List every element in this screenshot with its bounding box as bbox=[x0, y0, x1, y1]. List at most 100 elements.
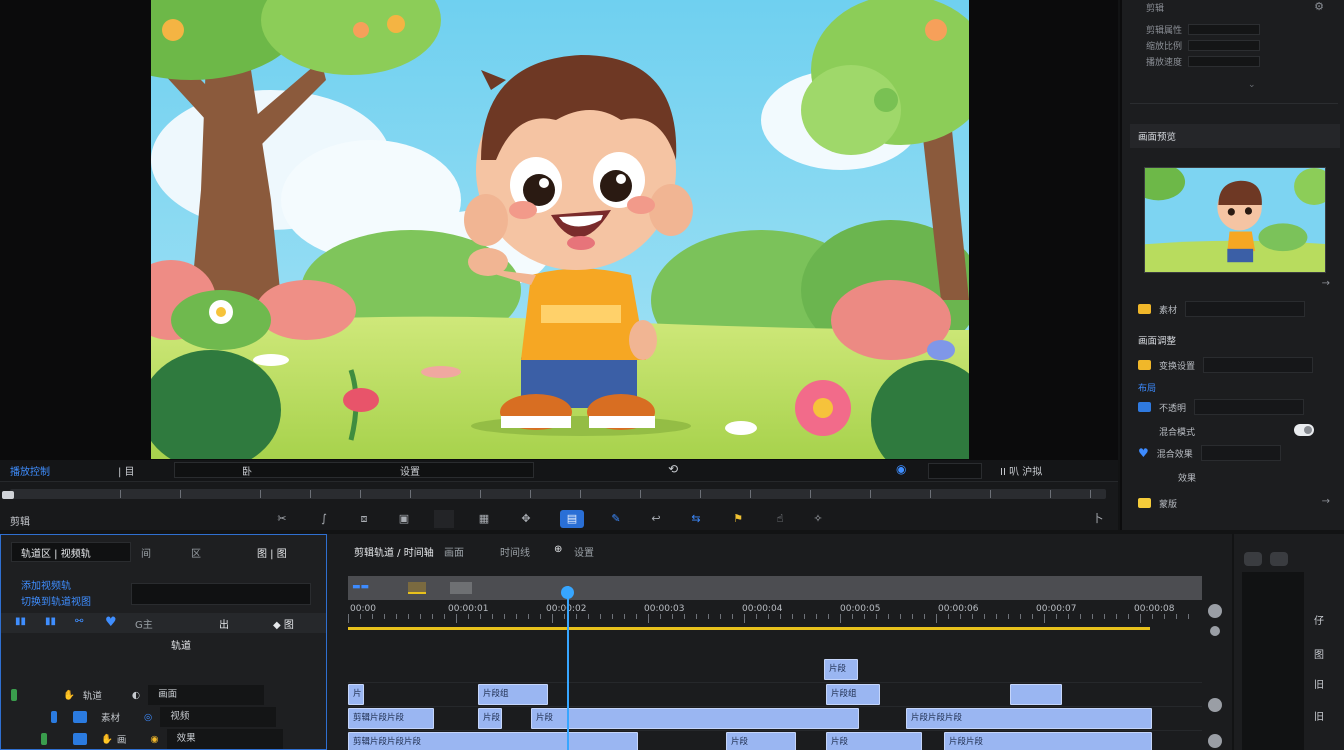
pen-tool-icon[interactable]: ✎ bbox=[606, 510, 626, 528]
scroll-knob[interactable] bbox=[1208, 734, 1222, 748]
tab-video-track[interactable]: 轨道区 | 视频轨 bbox=[21, 545, 91, 560]
mode-row[interactable]: 混合模式 bbox=[1138, 422, 1195, 440]
ruler-tick bbox=[804, 614, 805, 619]
move-tool-icon[interactable]: ✥ bbox=[516, 510, 536, 528]
timeline-tab-4[interactable]: 设置 bbox=[574, 544, 594, 559]
mini-track-a[interactable]: ▬▬ bbox=[352, 582, 369, 594]
layer-icon[interactable]: ▮▮ bbox=[45, 616, 56, 627]
mixer-knob[interactable] bbox=[1244, 552, 1262, 566]
timeline-clip[interactable]: 片段 bbox=[531, 708, 859, 729]
razor-tool-icon[interactable]: ✂ bbox=[272, 510, 292, 528]
frame-tool-icon[interactable]: ▣ bbox=[394, 510, 414, 528]
mini-track-b[interactable] bbox=[408, 582, 426, 594]
hook-tool-icon[interactable]: ↩ bbox=[646, 510, 666, 528]
transform-field[interactable] bbox=[1203, 357, 1314, 373]
grid-tool-icon[interactable]: ▦ bbox=[474, 510, 494, 528]
scroll-knob[interactable] bbox=[1210, 626, 1220, 636]
tab-c[interactable]: 区 bbox=[191, 545, 201, 560]
source-row[interactable]: 素材 bbox=[1138, 300, 1306, 318]
effect-field[interactable] bbox=[1200, 445, 1281, 461]
timeline-clip[interactable] bbox=[1010, 684, 1062, 705]
timeline-scrollbar[interactable] bbox=[1206, 596, 1224, 750]
select-tool-icon[interactable]: ▤ bbox=[560, 510, 584, 528]
playhead-handle[interactable] bbox=[561, 586, 574, 599]
hand-tool-icon[interactable]: ☝ bbox=[770, 510, 790, 528]
track-row[interactable]: 素材 ◎ 视频 bbox=[11, 707, 303, 727]
playhead[interactable] bbox=[567, 586, 569, 750]
volume-field[interactable] bbox=[928, 463, 982, 479]
inspector-properties: 剪辑 ⚙ 剪辑属性 缩放比例 播放速度 ⌄ bbox=[1130, 0, 1338, 104]
chevron-down-icon[interactable]: ⌄ bbox=[1248, 80, 1256, 90]
diamond-icon[interactable]: ◆ 图 bbox=[273, 616, 294, 631]
ruler-tick bbox=[1008, 614, 1009, 619]
blank-tool[interactable] bbox=[434, 510, 454, 528]
timeline-clip[interactable]: 片段组 bbox=[826, 684, 880, 705]
magic-tool-icon[interactable]: ✧ bbox=[808, 510, 828, 528]
timeline-clip[interactable]: 片段片段 bbox=[944, 732, 1152, 750]
mode-toggle[interactable] bbox=[1294, 424, 1314, 436]
inspector-row[interactable]: 播放速度 bbox=[1146, 54, 1261, 68]
record-icon[interactable]: ◉ bbox=[896, 462, 906, 476]
split-tool-icon[interactable]: ⇆ bbox=[686, 510, 706, 528]
curve-tool-icon[interactable]: ∫ bbox=[314, 510, 334, 528]
mask-row[interactable]: 蒙版 bbox=[1138, 494, 1177, 512]
scroll-knob[interactable] bbox=[1208, 604, 1222, 618]
timeline-clip[interactable]: 片段片段片段 bbox=[906, 708, 1152, 729]
layer-icon[interactable]: ▮▮ bbox=[15, 616, 26, 627]
tab-d[interactable]: 图 | 图 bbox=[257, 545, 287, 560]
timeline-tab-2[interactable]: 画面 bbox=[444, 544, 464, 559]
settings-label[interactable]: 设置 bbox=[400, 463, 420, 478]
loop-icon[interactable]: ⟲ bbox=[668, 462, 678, 476]
arrow-right-icon[interactable]: → bbox=[1322, 278, 1330, 289]
inspector-row[interactable]: 剪辑属性 bbox=[1146, 22, 1261, 36]
mixer-strip[interactable] bbox=[1242, 572, 1304, 750]
crop-tool-icon[interactable]: ⧈ bbox=[354, 510, 374, 528]
work-area-bar[interactable] bbox=[348, 627, 1150, 630]
track-row[interactable]: ✋ 画 ◉ 效果 bbox=[11, 729, 303, 749]
timeline-tab-main[interactable]: 剪辑轨道 / 时间轴 bbox=[354, 544, 434, 559]
timeline-clip[interactable]: 片段 bbox=[726, 732, 796, 750]
timeline-clip[interactable]: 剪辑片段片段 bbox=[348, 708, 434, 729]
switch-view-label[interactable]: 切换到轨道视图 bbox=[21, 593, 91, 608]
marker-tool-icon[interactable]: ⚑ bbox=[728, 510, 748, 528]
scrub-bar[interactable] bbox=[10, 489, 1106, 499]
marker-label[interactable]: 卜 bbox=[1088, 510, 1108, 528]
sun-icon[interactable]: ◉ bbox=[150, 734, 158, 745]
arrow-right-icon[interactable]: → bbox=[1322, 496, 1330, 507]
scroll-knob[interactable] bbox=[1208, 698, 1222, 712]
mixer-knob[interactable] bbox=[1270, 552, 1288, 566]
eye-icon[interactable]: ◎ bbox=[144, 712, 152, 723]
timeline-clip[interactable]: 片段 bbox=[826, 732, 922, 750]
plus-icon[interactable]: ⊕ bbox=[554, 544, 562, 555]
timeline-clip[interactable]: 片段组 bbox=[478, 684, 548, 705]
opacity-row[interactable]: 不透明 bbox=[1138, 398, 1305, 416]
opacity-field[interactable] bbox=[1194, 399, 1305, 415]
timecode-field[interactable] bbox=[174, 462, 534, 478]
scrub-handle[interactable] bbox=[2, 491, 14, 499]
source-field[interactable] bbox=[1185, 301, 1306, 317]
link-icon[interactable]: ⚯ bbox=[75, 616, 83, 627]
timeline-clip[interactable]: 剪辑片段片段片段 bbox=[348, 732, 638, 750]
timeline-clip[interactable]: 片 bbox=[348, 684, 364, 705]
track-row[interactable]: ✋ 轨道 ◐ 画面 bbox=[11, 685, 303, 705]
preview-canvas[interactable] bbox=[151, 0, 969, 459]
thumbnail-preview[interactable] bbox=[1144, 167, 1326, 273]
inspector-row[interactable]: 缩放比例 bbox=[1146, 38, 1261, 52]
track-search-field[interactable] bbox=[131, 583, 311, 605]
gear-icon[interactable]: ⚙ bbox=[1314, 0, 1324, 13]
value-field[interactable] bbox=[1188, 39, 1261, 51]
tab-b[interactable]: 间 bbox=[141, 545, 151, 560]
effect-row[interactable]: ♥ 混合效果 bbox=[1138, 444, 1281, 462]
add-track-label[interactable]: 添加视频轨 bbox=[21, 577, 71, 592]
value-field[interactable] bbox=[1188, 55, 1261, 67]
mini-track-c[interactable] bbox=[450, 582, 472, 594]
value-field[interactable] bbox=[1188, 23, 1261, 35]
timeline-clip[interactable]: 片段 bbox=[824, 659, 858, 680]
mute-icon[interactable]: ◐ bbox=[132, 690, 140, 701]
inspector-row[interactable]: 剪辑 bbox=[1146, 0, 1164, 14]
time-ruler[interactable]: 00:0000:00:0100:00:0200:00:0300:00:0400:… bbox=[348, 600, 1202, 624]
timeline-tab-3[interactable]: 时间线 bbox=[500, 544, 530, 559]
timeline-clip[interactable]: 片段 bbox=[478, 708, 502, 729]
heart-icon[interactable]: ♥ bbox=[105, 615, 117, 630]
transform-row[interactable]: 变换设置 bbox=[1138, 356, 1314, 374]
